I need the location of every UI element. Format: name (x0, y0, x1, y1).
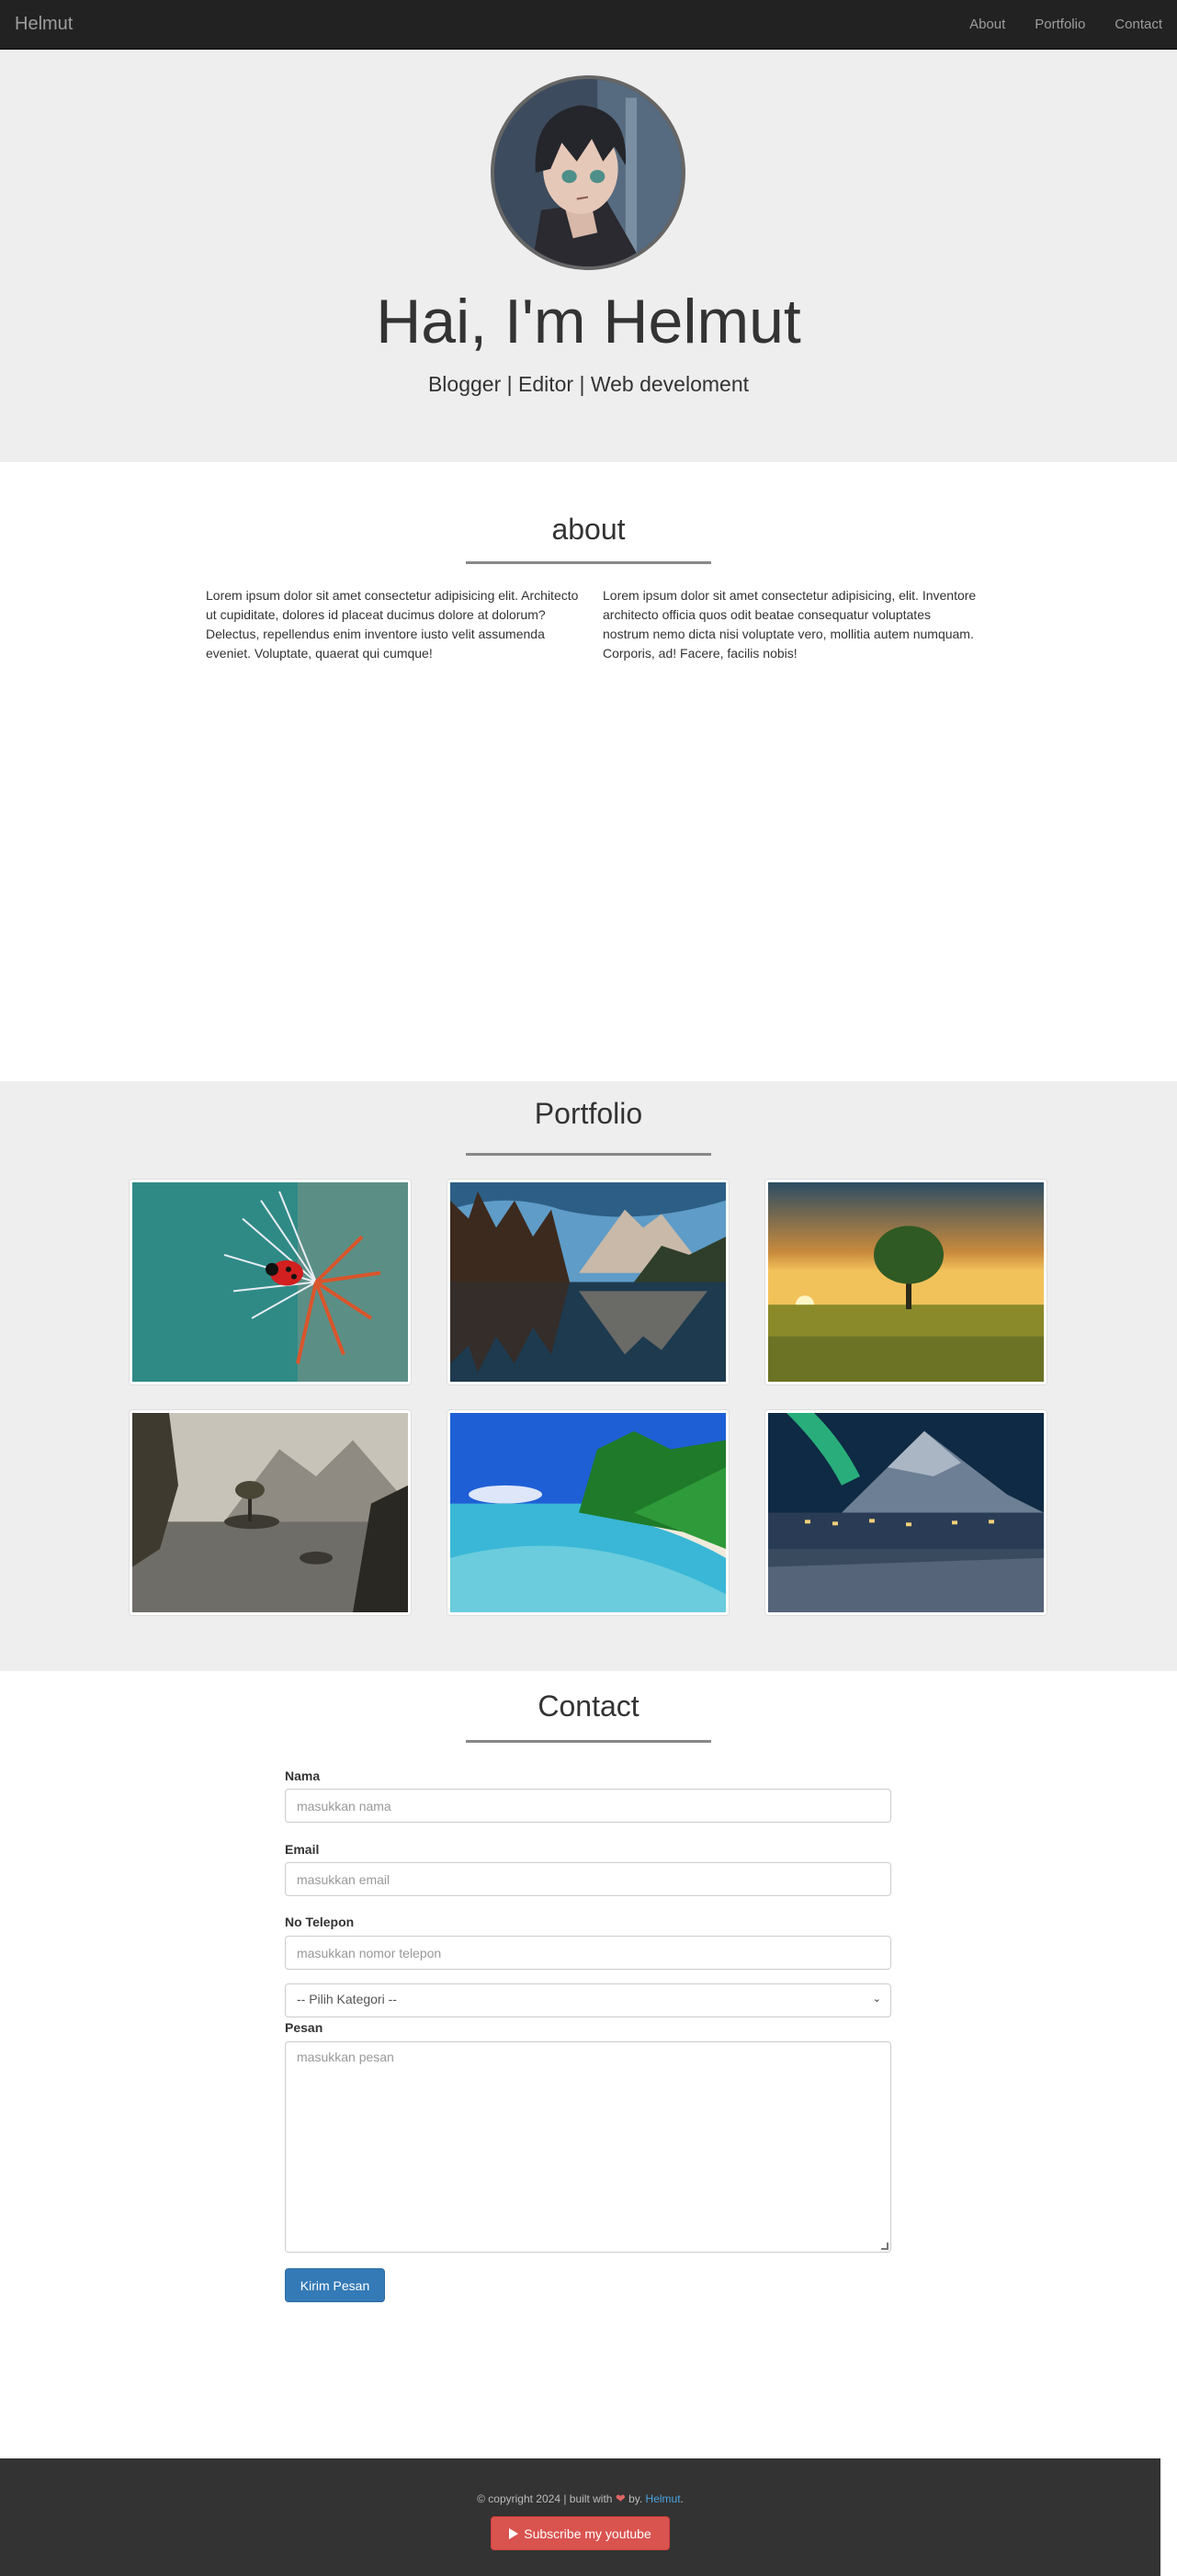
footer-copyright: © copyright 2024 | built with ❤ by. Helm… (0, 2491, 1160, 2506)
footer-author-link[interactable]: Helmut (646, 2492, 681, 2505)
hero-title: Hai, I'm Helmut (376, 287, 801, 356)
category-select[interactable]: -- Pilih Kategori -- ⌄ (285, 1983, 891, 2017)
navbar: Helmut About Portfolio Contact (0, 0, 1177, 50)
portfolio-image-tree-sunset[interactable] (764, 1179, 1047, 1385)
message-label: Pesan (285, 2020, 323, 2035)
submit-button[interactable]: Kirim Pesan (285, 2268, 385, 2302)
nav-link-contact[interactable]: Contact (1115, 17, 1162, 32)
portfolio-divider (466, 1153, 711, 1156)
nav-link-portfolio[interactable]: Portfolio (1035, 17, 1085, 32)
portfolio-image-mountain-lake[interactable] (447, 1179, 730, 1385)
message-textarea[interactable] (285, 2041, 891, 2253)
navbar-brand[interactable]: Helmut (15, 14, 73, 35)
hero-section: Hai, I'm Helmut Blogger | Editor | Web d… (0, 50, 1177, 462)
contact-section: Contact Nama Email No Telepon -- Pilih K… (0, 1671, 1177, 2458)
heart-icon: ❤ (615, 2491, 626, 2505)
contact-divider (466, 1740, 711, 1743)
portfolio-image-aurora-village[interactable] (764, 1409, 1047, 1616)
about-section: about Lorem ipsum dolor sit amet consect… (0, 462, 1177, 1081)
subscribe-label: Subscribe my youtube (524, 2525, 651, 2541)
nav-link-about[interactable]: About (969, 17, 1005, 32)
portfolio-section: Portfolio (0, 1081, 1177, 1671)
email-label: Email (285, 1842, 320, 1857)
portfolio-image-ladybug[interactable] (129, 1179, 412, 1385)
resize-grip-icon[interactable] (881, 2243, 888, 2250)
category-selected-value: -- Pilih Kategori -- (297, 1992, 397, 2006)
play-icon (509, 2527, 519, 2539)
hero-subtitle: Blogger | Editor | Web develoment (427, 372, 750, 396)
about-title: about (551, 513, 626, 546)
footer-copyright-text: © copyright 2024 | built with (477, 2492, 613, 2505)
footer: © copyright 2024 | built with ❤ by. Helm… (0, 2458, 1160, 2576)
message-field-wrapper (285, 2041, 891, 2253)
name-input[interactable] (285, 1789, 891, 1823)
portfolio-image-tropical-beach[interactable] (447, 1409, 730, 1616)
profile-avatar (491, 75, 685, 270)
email-input[interactable] (285, 1862, 891, 1896)
about-paragraph-right: Lorem ipsum dolor sit amet consectetur a… (603, 588, 977, 661)
portfolio-image-misty-lake[interactable] (129, 1409, 412, 1616)
phone-label: No Telepon (285, 1915, 355, 1929)
contact-title: Contact (538, 1689, 639, 1723)
footer-period: . (680, 2492, 684, 2505)
name-label: Nama (285, 1768, 321, 1783)
chevron-down-icon: ⌄ (872, 1994, 881, 2005)
phone-input[interactable] (285, 1936, 891, 1970)
footer-by-text: by. (628, 2492, 643, 2505)
navbar-links: About Portfolio Contact (969, 17, 1162, 32)
about-paragraph-left: Lorem ipsum dolor sit amet consectetur a… (206, 588, 579, 661)
about-divider (466, 561, 711, 564)
subscribe-youtube-button[interactable]: Subscribe my youtube (491, 2516, 670, 2550)
portfolio-title: Portfolio (534, 1097, 643, 1130)
